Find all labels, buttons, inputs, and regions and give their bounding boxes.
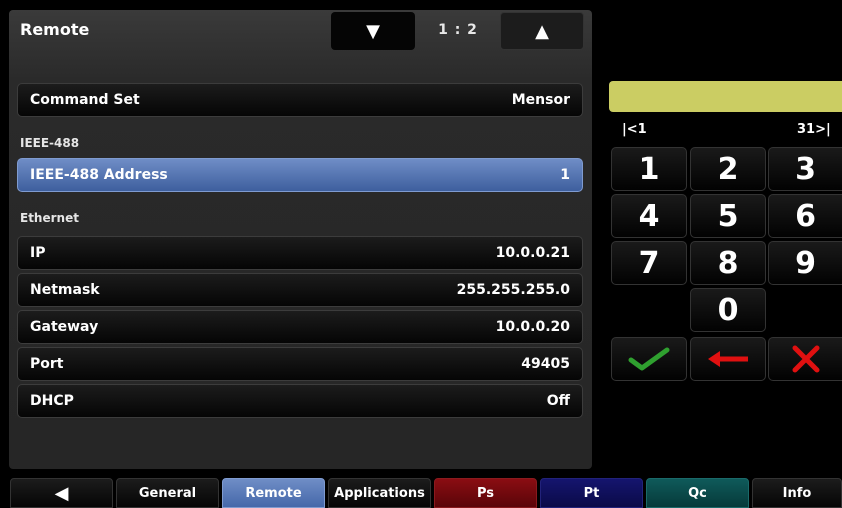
keypad-display xyxy=(609,81,842,112)
page-indicator: 1 : 2 xyxy=(438,22,478,38)
command-set-value: Mensor xyxy=(511,92,570,108)
port-label: Port xyxy=(30,356,64,372)
gateway-value: 10.0.0.20 xyxy=(495,319,570,335)
bottom-tab-bar: ◀ General Remote Applications Ps Pt Qc I… xyxy=(0,478,842,508)
key-3[interactable]: 3 xyxy=(768,147,842,191)
port-value: 49405 xyxy=(521,356,570,372)
page-down-button[interactable]: ▼ xyxy=(331,12,415,50)
tab-pt[interactable]: Pt xyxy=(540,478,643,508)
tab-remote[interactable]: Remote xyxy=(222,478,325,508)
key-7[interactable]: 7 xyxy=(611,241,687,285)
dhcp-label: DHCP xyxy=(30,393,74,409)
tab-info[interactable]: Info xyxy=(752,478,842,508)
dhcp-row[interactable]: DHCP Off xyxy=(17,384,583,418)
arrow-left-icon xyxy=(708,351,748,367)
tab-qc[interactable]: Qc xyxy=(646,478,749,508)
accept-button[interactable] xyxy=(611,337,687,381)
key-4[interactable]: 4 xyxy=(611,194,687,238)
ieee-section-label: IEEE-488 xyxy=(20,136,80,150)
key-9[interactable]: 9 xyxy=(768,241,842,285)
ethernet-section-label: Ethernet xyxy=(20,211,79,225)
command-set-label: Command Set xyxy=(30,92,140,108)
cancel-button[interactable] xyxy=(768,337,842,381)
gateway-row[interactable]: Gateway 10.0.0.20 xyxy=(17,310,583,344)
close-icon xyxy=(792,345,819,373)
ip-row[interactable]: IP 10.0.0.21 xyxy=(17,236,583,270)
page-title: Remote xyxy=(20,20,90,39)
key-8[interactable]: 8 xyxy=(690,241,766,285)
netmask-label: Netmask xyxy=(30,282,100,298)
ieee-address-value: 1 xyxy=(560,167,570,183)
triangle-left-icon: ◀ xyxy=(54,482,69,504)
key-0[interactable]: 0 xyxy=(690,288,766,332)
ip-label: IP xyxy=(30,245,46,261)
netmask-row[interactable]: Netmask 255.255.255.0 xyxy=(17,273,583,307)
ieee-address-row[interactable]: IEEE-488 Address 1 xyxy=(17,158,583,192)
ip-value: 10.0.0.21 xyxy=(495,245,570,261)
key-2[interactable]: 2 xyxy=(690,147,766,191)
range-min: |<1 xyxy=(622,122,647,137)
tab-general[interactable]: General xyxy=(116,478,219,508)
key-1[interactable]: 1 xyxy=(611,147,687,191)
key-6[interactable]: 6 xyxy=(768,194,842,238)
backspace-button[interactable] xyxy=(690,337,766,381)
gateway-label: Gateway xyxy=(30,319,99,335)
triangle-up-icon: ▲ xyxy=(535,20,549,42)
page-up-button[interactable]: ▲ xyxy=(500,12,584,50)
port-row[interactable]: Port 49405 xyxy=(17,347,583,381)
netmask-value: 255.255.255.0 xyxy=(456,282,570,298)
ieee-address-label: IEEE-488 Address xyxy=(30,167,168,183)
tab-applications[interactable]: Applications xyxy=(328,478,431,508)
dhcp-value: Off xyxy=(546,393,570,409)
command-set-row[interactable]: Command Set Mensor xyxy=(17,83,583,117)
triangle-down-icon: ▼ xyxy=(366,20,380,42)
back-button[interactable]: ◀ xyxy=(10,478,113,508)
tab-ps[interactable]: Ps xyxy=(434,478,537,508)
key-5[interactable]: 5 xyxy=(690,194,766,238)
range-max: 31>| xyxy=(797,122,831,137)
checkmark-icon xyxy=(628,347,670,371)
